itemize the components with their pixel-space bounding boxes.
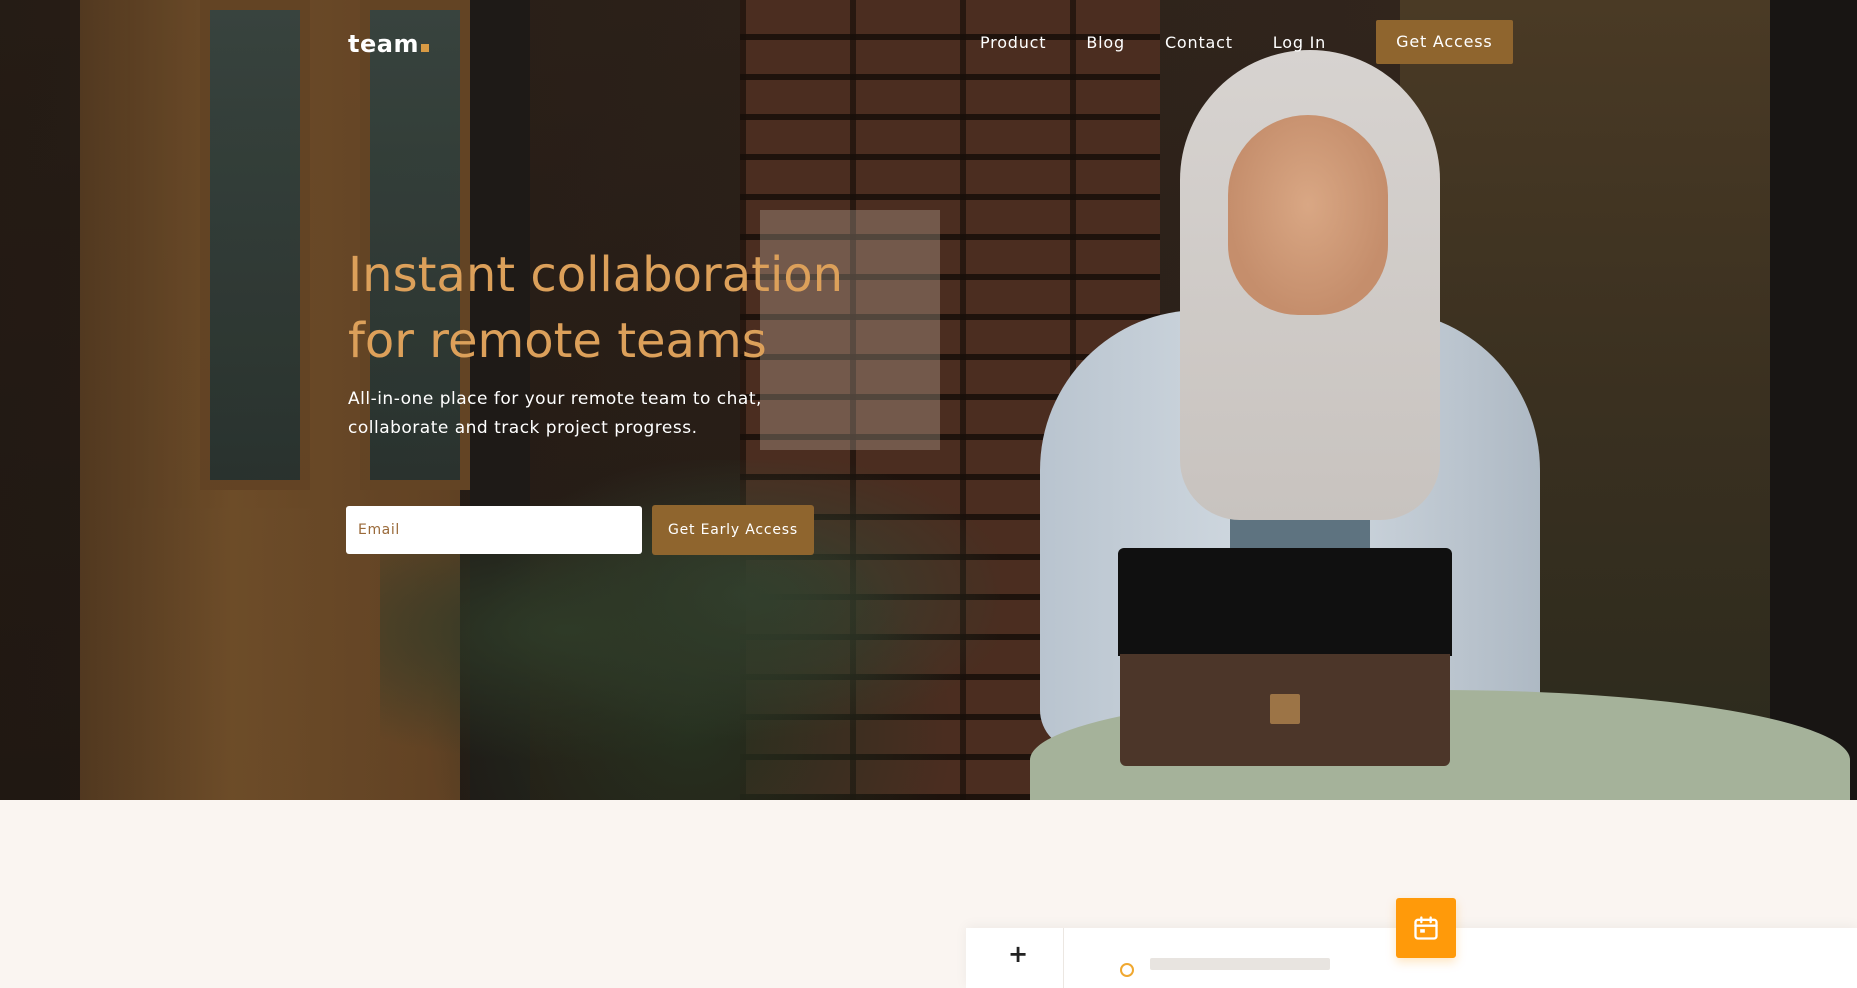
laptop-logo <box>1270 694 1300 724</box>
logo-text: team <box>348 30 419 58</box>
main-nav: Product Blog Contact Log In Get Access <box>980 20 1513 64</box>
person-face <box>1228 115 1388 315</box>
hero-subtitle: All-in-one place for your remote team to… <box>348 389 762 438</box>
logo-dot <box>420 44 429 52</box>
hero-title: Instant collaboration for remote teams <box>348 247 844 369</box>
get-early-access-button[interactable]: Get Early Access <box>652 505 814 555</box>
status-dot-icon <box>1120 963 1134 977</box>
calendar-badge <box>1396 898 1456 958</box>
app-preview-sidebar: + <box>966 928 1064 988</box>
plus-icon[interactable]: + <box>1008 940 1028 968</box>
nav-link-blog[interactable]: Blog <box>1086 33 1125 52</box>
door-window <box>200 0 310 490</box>
laptop-screen <box>1118 548 1452 656</box>
signup-form: Get Early Access <box>346 505 814 555</box>
nav-link-contact[interactable]: Contact <box>1165 33 1233 52</box>
get-access-button[interactable]: Get Access <box>1376 20 1513 64</box>
dark-column <box>1770 0 1857 800</box>
site-logo[interactable]: team <box>348 30 429 58</box>
hero-section: team Product Blog Contact Log In Get Acc… <box>0 0 1857 800</box>
nav-link-product[interactable]: Product <box>980 33 1046 52</box>
list-item-placeholder <box>1150 958 1330 970</box>
email-input[interactable] <box>346 506 642 554</box>
features-section: + <box>0 800 1857 988</box>
nav-link-login[interactable]: Log In <box>1273 33 1326 52</box>
calendar-icon <box>1414 916 1438 940</box>
